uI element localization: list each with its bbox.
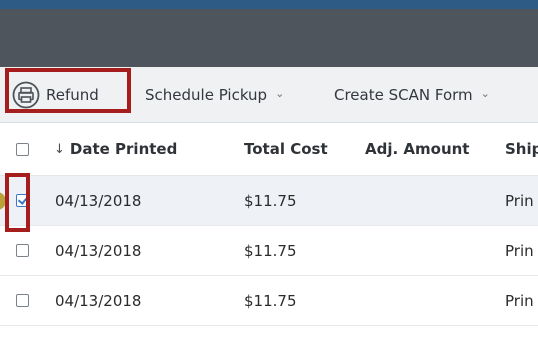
total-cost-cell: $11.75 bbox=[244, 191, 297, 210]
ship-cell: Prin bbox=[505, 291, 534, 310]
column-header-label: Total Cost bbox=[244, 140, 328, 158]
chevron-down-icon: ⌄ bbox=[275, 87, 285, 100]
ship-cell: Prin bbox=[505, 241, 534, 260]
date-printed-cell: 04/13/2018 bbox=[55, 241, 142, 260]
printer-circle-icon bbox=[12, 81, 40, 108]
table-row[interactable]: 04/13/2018 $11.75 Prin bbox=[0, 176, 538, 226]
row-checkbox[interactable] bbox=[16, 294, 29, 307]
row-select-cell bbox=[16, 176, 34, 225]
action-toolbar: Refund Schedule Pickup ⌄ Create SCAN For… bbox=[0, 67, 538, 123]
column-header-label: Adj. Amount bbox=[365, 140, 470, 158]
total-cost-cell: $11.75 bbox=[244, 241, 297, 260]
app-top-accent-bar bbox=[0, 0, 538, 9]
sort-down-arrow-icon: ↓ bbox=[54, 141, 65, 157]
create-scan-form-label: Create SCAN Form bbox=[334, 85, 473, 104]
chevron-down-icon: ⌄ bbox=[480, 87, 490, 100]
row-select-cell bbox=[16, 276, 34, 325]
ship-cell: Prin bbox=[505, 191, 534, 210]
column-header-label: Ship bbox=[505, 140, 538, 158]
refund-button[interactable]: Refund bbox=[12, 67, 120, 122]
table-row[interactable]: 04/13/2018 $11.75 Prin bbox=[0, 276, 538, 326]
row-checkbox[interactable] bbox=[16, 244, 29, 257]
date-printed-cell: 04/13/2018 bbox=[55, 191, 142, 210]
app-header-bar bbox=[0, 9, 538, 67]
create-scan-form-dropdown[interactable]: Create SCAN Form ⌄ bbox=[334, 67, 490, 122]
column-header-total-cost[interactable]: Total Cost bbox=[244, 123, 328, 175]
schedule-pickup-label: Schedule Pickup bbox=[145, 85, 268, 104]
schedule-pickup-dropdown[interactable]: Schedule Pickup ⌄ bbox=[145, 67, 284, 122]
select-all-checkbox[interactable] bbox=[16, 142, 29, 156]
column-header-label: Date Printed bbox=[69, 140, 178, 158]
column-header-ship[interactable]: Ship bbox=[505, 123, 538, 175]
table-row[interactable]: 04/13/2018 $11.75 Prin bbox=[0, 226, 538, 276]
column-header-adj-amount[interactable]: Adj. Amount bbox=[365, 123, 469, 175]
date-printed-cell: 04/13/2018 bbox=[55, 291, 142, 310]
refund-label: Refund bbox=[46, 85, 99, 104]
column-header-date-printed[interactable]: ↓ Date Printed bbox=[54, 123, 177, 175]
row-checkbox[interactable] bbox=[16, 194, 29, 207]
total-cost-cell: $11.75 bbox=[244, 291, 297, 310]
row-select-cell bbox=[16, 226, 34, 275]
select-all-cell bbox=[16, 123, 34, 175]
table-header-row: ↓ Date Printed Total Cost Adj. Amount Sh… bbox=[0, 123, 538, 176]
